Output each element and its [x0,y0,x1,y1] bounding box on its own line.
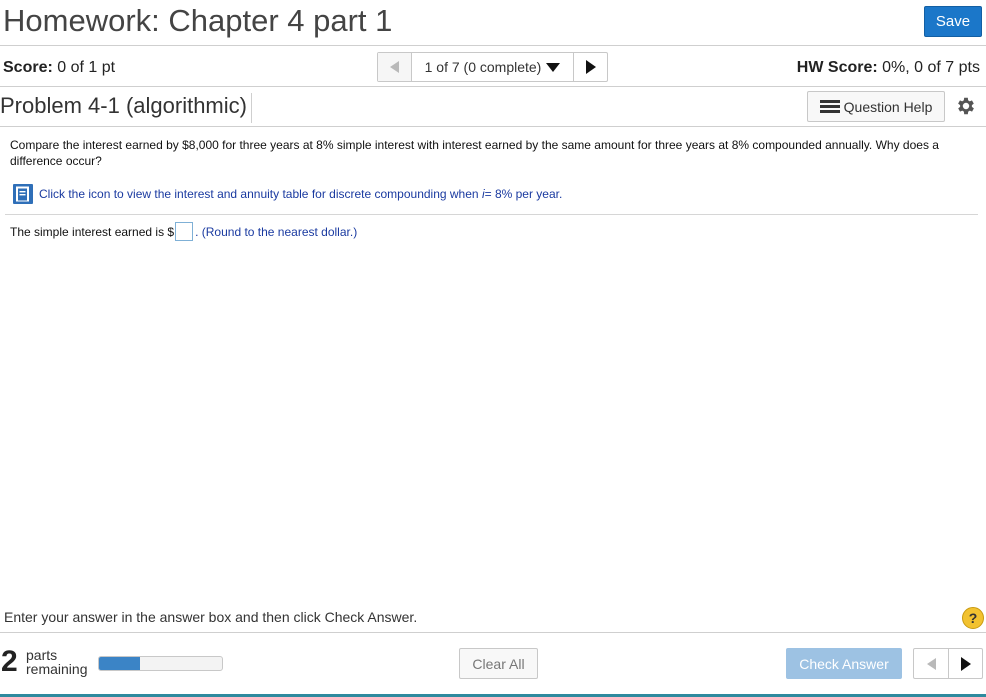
parts-label-line1: parts [26,647,58,663]
question-help-label: Question Help [843,98,933,115]
answer-row: The simple interest earned is $ . (Round… [10,222,357,241]
hw-score: HW Score: 0%, 0 of 7 pts [797,59,980,77]
divider [5,214,978,215]
check-answer-button[interactable]: Check Answer [786,648,902,679]
parts-remaining-label: parts remaining [26,648,87,676]
progress-bar-fill [99,657,140,670]
chevron-right-icon [960,656,971,671]
table-link-rate[interactable]: = 8% per year. [485,187,563,201]
hw-score-value: 0%, 0 of 7 pts [882,59,980,76]
score-bar: Score: 0 of 1 pt 1 of 7 (0 complete) HW … [0,47,986,87]
footer-instruction: Enter your answer in the answer box and … [4,609,418,625]
footer-divider [0,632,986,633]
question-text: Compare the interest earned by $8,000 fo… [10,138,939,168]
parts-label-line2: remaining [26,661,88,677]
answer-prefix: The simple interest earned is $ [10,224,175,239]
chevron-left-icon [390,61,399,73]
score-label: Score: [3,59,53,76]
chevron-left-icon [926,657,936,670]
score-value: 0 of 1 pt [57,59,116,76]
simple-interest-answer-input[interactable] [175,222,194,241]
gear-icon[interactable] [955,95,977,117]
chevron-right-icon [585,60,596,74]
clear-all-button[interactable]: Clear All [459,648,538,679]
question-navigator: 1 of 7 (0 complete) [377,52,608,82]
problem-bar: Problem 4-1 (algorithmic) Question Help [0,87,986,127]
previous-question-button[interactable] [378,53,412,81]
help-icon[interactable]: ? [962,607,984,629]
table-link[interactable]: Click the icon to view the interest and … [12,183,562,205]
question-selector[interactable]: 1 of 7 (0 complete) [412,53,574,81]
save-button[interactable]: Save [924,6,982,37]
next-question-button[interactable] [574,53,607,81]
footer-previous-button[interactable] [914,649,949,678]
header-bar: Homework: Chapter 4 part 1 Save [0,0,986,46]
page-title: Homework: Chapter 4 part 1 [3,3,393,38]
footer-navigator [913,648,983,679]
problem-title: Problem 4-1 (algorithmic) [0,93,252,123]
footer-next-button[interactable] [949,649,982,678]
parts-remaining-count: 2 [1,645,18,678]
caret-down-icon [546,59,561,75]
progress-bar [98,656,223,671]
table-link-text[interactable]: Click the icon to view the interest and … [39,187,479,201]
rounding-note: . (Round to the nearest dollar.) [195,224,358,239]
score: Score: 0 of 1 pt [3,59,115,77]
question-help-button[interactable]: Question Help [807,91,945,122]
question-selector-label: 1 of 7 (0 complete) [424,59,542,75]
hw-score-label: HW Score: [796,59,878,76]
list-icon [819,99,840,114]
book-icon[interactable] [12,183,34,205]
